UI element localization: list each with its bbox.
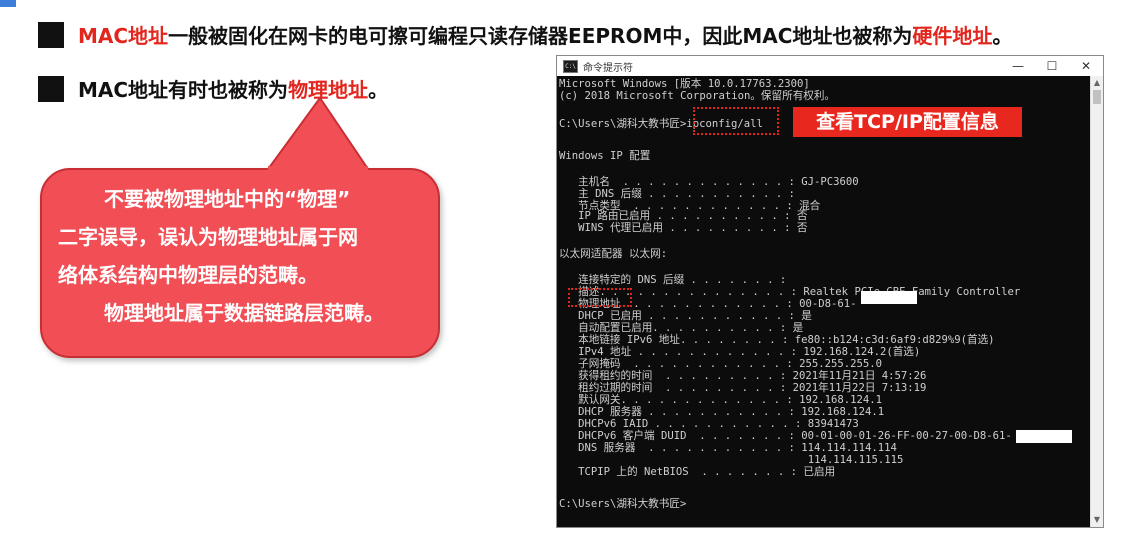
bullet-square-icon <box>38 21 64 48</box>
term-mac-address: MAC地址 <box>78 24 169 48</box>
physical-address-highlight-box <box>568 288 632 307</box>
corner-accent <box>0 0 16 7</box>
console-line: 租约过期的时间 . . . . . . . . . : 2021年11月22日 … <box>559 382 927 394</box>
console-line: 以太网适配器 以太网: <box>559 248 668 260</box>
console-line: C:\Users\湖科大教书匠> <box>559 498 687 510</box>
callout-line-2: 二字误导，误认为物理地址属于网 <box>58 225 358 249</box>
console-line: IPv4 地址 . . . . . . . . . . . . : 192.16… <box>559 346 921 358</box>
window-titlebar[interactable]: C:\ 命令提示符 — ☐ ✕ <box>557 56 1103 76</box>
console-line: 主机名 . . . . . . . . . . . . . : GJ-PC360… <box>559 176 859 188</box>
console-line: 主 DNS 后缀 . . . . . . . . . . . : <box>559 188 795 200</box>
bullet2-text: MAC地址有时也被称为 <box>78 78 289 102</box>
console-line: 子网掩码 . . . . . . . . . . . . : 255.255.2… <box>559 358 883 370</box>
console-line: DHCPv6 客户端 DUID . . . . . . . : 00-01-00… <box>559 430 1012 442</box>
callout-line-3: 络体系结构中物理层的范畴。 <box>58 263 318 287</box>
term-physical-address: 物理地址 <box>288 78 369 102</box>
redacted-mac-address <box>861 291 917 304</box>
console-line: 本地链接 IPv6 地址. . . . . . . . : fe80::b124… <box>559 334 995 346</box>
bullet1-end: 。 <box>992 24 1013 48</box>
console-line: TCPIP 上的 NetBIOS . . . . . . . : 已启用 <box>559 466 836 478</box>
arrow-down-icon[interactable]: ▼ <box>1091 513 1103 527</box>
console-line: (c) 2018 Microsoft Corporation。保留所有权利。 <box>559 90 836 102</box>
console-line: 连接特定的 DNS 后缀 . . . . . . . : <box>559 274 787 286</box>
command-highlight-box <box>693 107 779 135</box>
console-line: WINS 代理已启用 . . . . . . . . . : 否 <box>559 222 808 234</box>
bullet1-text: 一般被固化在网卡的电可擦可编程只读存储器EEPROM中，因此MAC地址也被称为 <box>168 24 913 48</box>
console-output[interactable]: Microsoft Windows [版本 10.0.17763.2300] (c… <box>559 78 1089 523</box>
callout-seam <box>268 166 368 172</box>
console-line: 自动配置已启用. . . . . . . . . . : 是 <box>559 322 804 334</box>
bullet2-end: 。 <box>368 78 389 102</box>
redacted-duid <box>1016 430 1072 443</box>
console-line: DNS 服务器 . . . . . . . . . . . : 114.114.… <box>559 442 897 454</box>
close-button[interactable]: ✕ <box>1069 56 1103 76</box>
bullet-square-icon <box>38 75 64 102</box>
callout-line-4: 物理地址属于数据链路层范畴。 <box>104 301 384 325</box>
callout-line-1: 不要被物理地址中的“物理” <box>104 187 351 211</box>
bullet-physical-address: MAC地址有时也被称为 物理地址 。 <box>38 74 388 103</box>
window-title: 命令提示符 <box>583 62 633 74</box>
minimize-button[interactable]: — <box>1001 56 1035 76</box>
cmd-icon: C:\ <box>563 59 578 73</box>
console-line: 默认网关. . . . . . . . . . . . . : 192.168.… <box>559 394 883 406</box>
console-line: Windows IP 配置 <box>559 150 651 162</box>
arrow-up-icon[interactable]: ▲ <box>1091 76 1103 90</box>
console-line: DHCP 服务器 . . . . . . . . . . . : 192.168… <box>559 406 885 418</box>
console-line: 114.114.115.115 <box>559 454 904 466</box>
console-line: DHCPv6 IAID . . . . . . . . . . . : 8394… <box>559 418 859 430</box>
term-hardware-address: 硬件地址 <box>912 24 993 48</box>
console-line: IP 路由已启用 . . . . . . . . . . : 否 <box>559 210 808 222</box>
console-line: 获得租约的时间 . . . . . . . . . : 2021年11月21日 … <box>559 370 927 382</box>
console-line: DHCP 已启用 . . . . . . . . . . . : 是 <box>559 310 812 322</box>
view-tcpip-tag: 查看TCP/IP配置信息 <box>793 107 1022 137</box>
bullet-hardware-address: MAC地址 一般被固化在网卡的电可擦可编程只读存储器EEPROM中，因此MAC地… <box>38 20 1012 49</box>
console-line: Microsoft Windows [版本 10.0.17763.2300] <box>559 78 810 90</box>
scrollbar-thumb[interactable] <box>1093 90 1101 104</box>
vertical-scrollbar[interactable]: ▲ ▼ <box>1090 76 1103 527</box>
maximize-button[interactable]: ☐ <box>1035 56 1069 76</box>
warning-callout: 不要被物理地址中的“物理” 二字误导，误认为物理地址属于网 络体系结构中物理层的… <box>40 168 440 358</box>
